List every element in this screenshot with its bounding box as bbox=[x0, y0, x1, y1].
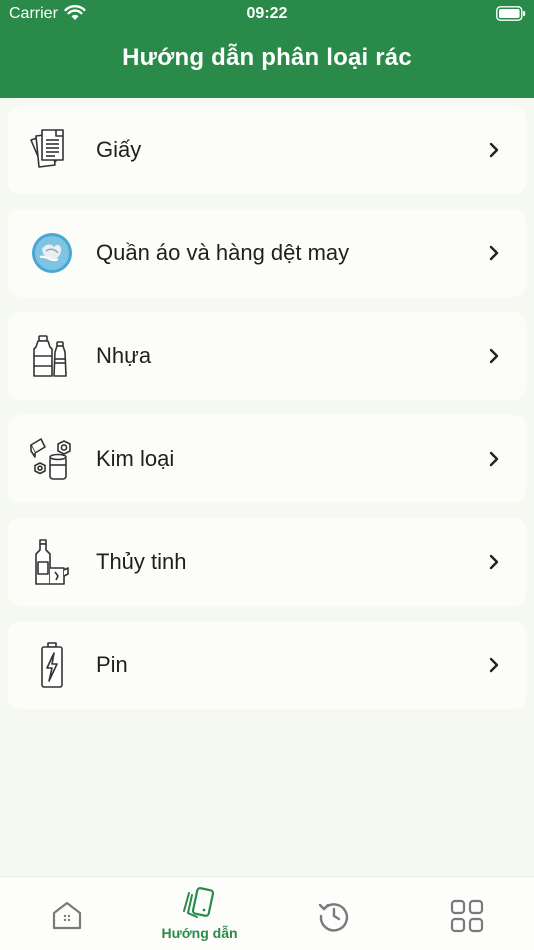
battery-icon bbox=[41, 642, 63, 688]
chevron-right-icon bbox=[489, 554, 499, 570]
metal-cans-icon bbox=[30, 438, 71, 480]
grid-icon bbox=[450, 899, 483, 933]
paper-icon bbox=[30, 129, 64, 168]
category-label: Pin bbox=[96, 652, 128, 677]
guide-cards-icon bbox=[182, 887, 214, 918]
chevron-right-icon bbox=[489, 142, 499, 158]
tab-more[interactable] bbox=[400, 877, 533, 950]
category-label: Giấy bbox=[96, 137, 142, 162]
chevron-right-icon bbox=[489, 657, 499, 673]
app-header: Carrier 09:22 Hướng dẫn phân loại rác bbox=[0, 0, 534, 98]
category-item-battery[interactable]: Pin bbox=[8, 621, 526, 709]
page-title: Hướng dẫn phân loại rác bbox=[122, 44, 412, 71]
clock: 09:22 bbox=[246, 5, 288, 22]
tab-home[interactable] bbox=[0, 877, 133, 950]
status-bar: Carrier 09:22 bbox=[0, 0, 534, 28]
category-label: Kim loại bbox=[96, 446, 175, 471]
history-icon bbox=[318, 903, 348, 932]
tab-history[interactable] bbox=[267, 877, 400, 950]
battery-status-icon bbox=[496, 6, 526, 21]
category-item-paper[interactable]: Giấy bbox=[8, 106, 526, 194]
home-icon bbox=[52, 901, 81, 930]
category-item-clothing[interactable]: Quần áo và hàng dệt may bbox=[8, 209, 526, 297]
category-item-metal[interactable]: Kim loại bbox=[8, 415, 526, 503]
chevron-right-icon bbox=[489, 245, 499, 261]
clothing-icon bbox=[32, 233, 72, 273]
chevron-right-icon bbox=[489, 348, 499, 364]
category-list: Giấy Quần áo và hàng dệt may Nhựa Kim lo… bbox=[8, 106, 526, 724]
category-item-plastic[interactable]: Nhựa bbox=[8, 312, 526, 400]
glass-bottles-icon bbox=[35, 539, 69, 585]
category-label: Quần áo và hàng dệt may bbox=[96, 240, 350, 265]
category-label: Nhựa bbox=[96, 343, 152, 368]
tab-bar: Hướng dẫn bbox=[0, 876, 534, 950]
chevron-right-icon bbox=[489, 451, 499, 467]
category-item-glass[interactable]: Thủy tinh bbox=[8, 518, 526, 606]
tab-guide[interactable]: Hướng dẫn bbox=[133, 877, 266, 950]
tab-label: Hướng dẫn bbox=[161, 925, 238, 941]
plastic-bottles-icon bbox=[33, 335, 67, 377]
category-label: Thủy tinh bbox=[96, 549, 187, 574]
